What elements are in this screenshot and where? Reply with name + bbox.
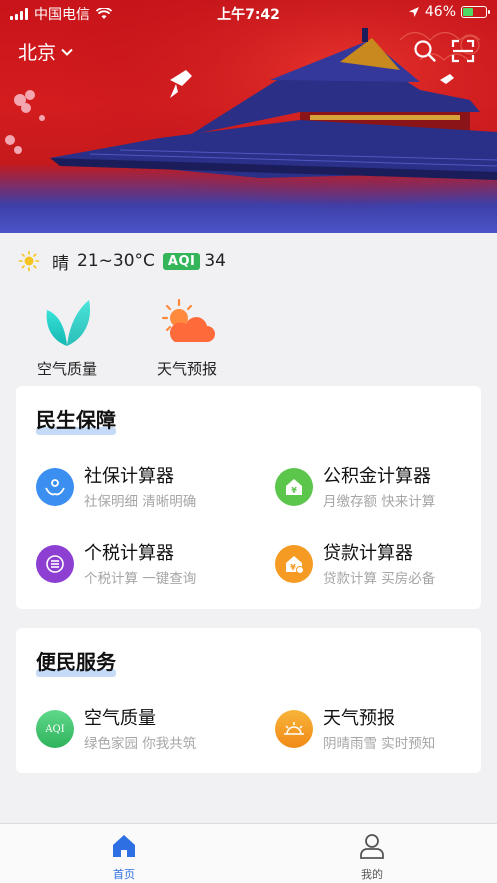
svg-text:¥: ¥	[290, 563, 296, 572]
search-icon[interactable]	[413, 39, 437, 63]
service-loan-calculator[interactable]: ¥ 贷款计算器 贷款计算 买房必备	[275, 539, 485, 595]
service-social-security-calculator[interactable]: 社保计算器 社保明细 清晰明确	[36, 462, 246, 518]
weather-icon	[275, 710, 313, 748]
svg-text:¥: ¥	[291, 486, 297, 495]
service-desc: 社保明细 清晰明确	[84, 494, 197, 510]
service-desc: 阴晴雨雪 实时预知	[323, 736, 436, 752]
tab-label: 我的	[361, 868, 383, 881]
section-title: 民生保障	[36, 404, 116, 435]
city-label: 北京	[18, 42, 57, 64]
section-title: 便民服务	[36, 646, 116, 677]
shortcut-weather-forecast[interactable]: 天气预报	[142, 296, 232, 379]
battery-percent: 46%	[424, 4, 456, 20]
battery-icon	[461, 6, 490, 18]
service-desc: 贷款计算 买房必备	[323, 571, 436, 587]
housing-fund-icon: ¥	[275, 468, 313, 506]
city-selector[interactable]: 北京	[18, 38, 73, 65]
service-desc: 月缴存额 快来计算	[323, 494, 436, 510]
hero-banner: 中国电信 上午7:42 46% 北京	[0, 0, 497, 233]
aqi-value: 34	[204, 251, 226, 271]
card-convenience: 便民服务 AQI 空气质量 绿色家园 你我共筑 天气预报 阴晴雨雪 实时预知	[16, 628, 481, 773]
aqi-badge: AQI	[162, 252, 201, 270]
sun-icon	[18, 250, 40, 272]
service-tax-calculator[interactable]: 个税计算器 个税计算 一键查询	[36, 539, 246, 595]
tab-label: 首页	[113, 868, 135, 881]
tab-home[interactable]: 首页	[84, 832, 164, 882]
service-name: 贷款计算器	[323, 543, 413, 564]
shortcut-label: 天气预报	[156, 360, 217, 378]
aqi-icon: AQI	[36, 710, 74, 748]
weather-condition: 晴	[52, 253, 69, 274]
scan-icon[interactable]	[451, 39, 475, 63]
service-housing-fund-calculator[interactable]: ¥ 公积金计算器 月缴存额 快来计算	[275, 462, 485, 518]
service-name: 社保计算器	[84, 466, 174, 487]
shortcut-air-quality[interactable]: 空气质量	[22, 296, 112, 379]
service-name: 空气质量	[84, 708, 156, 729]
temple-illustration	[0, 0, 497, 233]
service-desc: 绿色家园 你我共筑	[84, 736, 197, 752]
sun-cloud-icon	[161, 298, 215, 342]
status-bar: 中国电信 上午7:42 46%	[0, 0, 497, 26]
service-name: 天气预报	[323, 708, 395, 729]
social-security-icon	[36, 468, 74, 506]
chevron-down-icon	[61, 48, 73, 56]
leaf-icon	[46, 300, 91, 346]
service-name: 个税计算器	[84, 543, 174, 564]
service-air-quality[interactable]: AQI 空气质量 绿色家园 你我共筑	[36, 704, 246, 760]
weather-summary: 晴 21~30°C AQI 34	[18, 248, 226, 274]
service-weather-forecast[interactable]: 天气预报 阴晴雨雪 实时预知	[275, 704, 485, 760]
loan-icon: ¥	[275, 545, 313, 583]
card-livelihood: 民生保障 社保计算器 社保明细 清晰明确 ¥ 公积金计算器 月缴存额 快来计算	[16, 386, 481, 609]
location-arrow-icon	[408, 7, 419, 17]
service-name: 公积金计算器	[323, 466, 431, 487]
shortcut-label: 空气质量	[36, 360, 97, 378]
temperature-range: 21~30°C	[77, 251, 155, 271]
home-icon	[113, 835, 135, 857]
tax-icon	[36, 545, 74, 583]
battery-fill	[463, 8, 474, 16]
tab-mine[interactable]: 我的	[332, 832, 412, 882]
user-icon	[360, 834, 384, 859]
bottom-tab-bar: 首页 我的	[0, 823, 497, 883]
service-desc: 个税计算 一键查询	[84, 571, 197, 587]
